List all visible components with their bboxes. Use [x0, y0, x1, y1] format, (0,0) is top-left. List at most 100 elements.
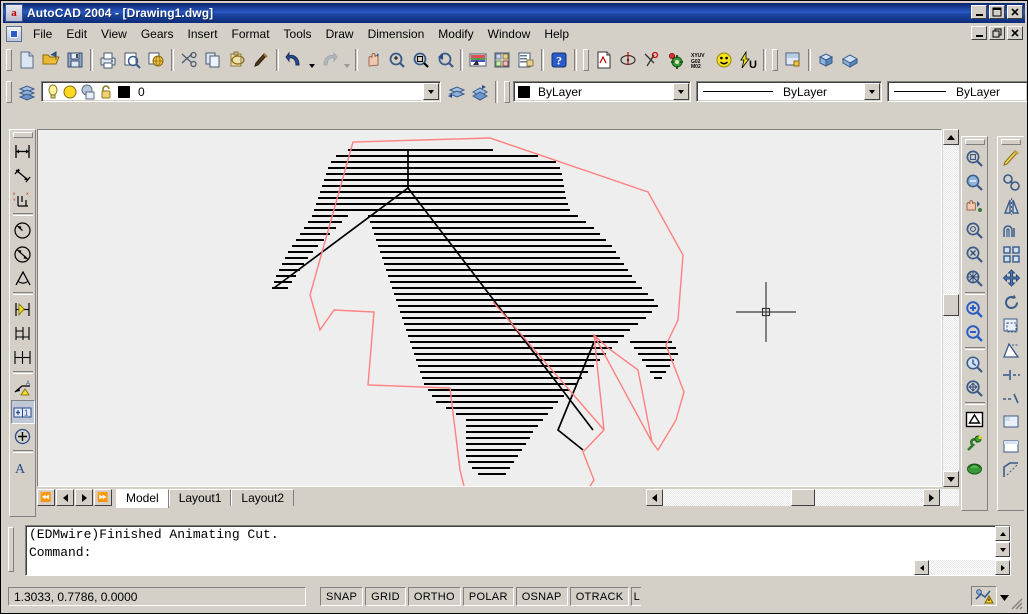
tolerance-icon[interactable]: 1: [10, 400, 35, 424]
angular-dimension-icon[interactable]: [11, 266, 35, 290]
vscroll-thumb[interactable]: [943, 294, 959, 316]
toolbar-grip[interactable]: [6, 80, 12, 103]
plot-preview-icon[interactable]: [120, 49, 144, 72]
status-toggle-grid[interactable]: GRID: [365, 587, 406, 606]
3d-views-sw-icon[interactable]: [814, 49, 838, 72]
aligned-dimension-icon[interactable]: [11, 163, 35, 187]
trim-icon[interactable]: [999, 362, 1023, 386]
erase-icon[interactable]: [999, 146, 1023, 170]
redo-dropdown-caret[interactable]: [341, 49, 352, 72]
edm-leadin-icon[interactable]: [640, 49, 664, 72]
continue-dimension-icon[interactable]: [11, 345, 35, 369]
menu-dimension[interactable]: Dimension: [361, 25, 432, 43]
lightbulb-on-icon[interactable]: [46, 84, 60, 100]
next-tab-icon[interactable]: [75, 489, 93, 506]
unlock-icon[interactable]: [98, 84, 114, 100]
menu-edit[interactable]: Edit: [59, 25, 94, 43]
mirror-icon[interactable]: [999, 194, 1023, 218]
maximize-button[interactable]: [989, 5, 1005, 19]
paste-icon[interactable]: [225, 49, 249, 72]
child-restore-button[interactable]: [989, 26, 1005, 40]
zoom-object-icon[interactable]: [963, 242, 987, 266]
toolbar-grip[interactable]: [583, 49, 589, 71]
chamfer-icon[interactable]: [999, 458, 1023, 482]
layer-combo[interactable]: 0: [41, 81, 441, 102]
undo-icon[interactable]: [282, 49, 306, 72]
toolbar-grip[interactable]: [12, 132, 33, 138]
copy-object-icon[interactable]: [999, 170, 1023, 194]
ordinate-dimension-icon[interactable]: 0 X Y: [11, 187, 35, 211]
quick-leader-icon[interactable]: A: [11, 376, 35, 400]
ucs-icon[interactable]: [963, 407, 987, 431]
radius-dimension-icon[interactable]: [11, 218, 35, 242]
zoom-out-icon[interactable]: [963, 321, 987, 345]
resize-grip[interactable]: [1009, 596, 1023, 610]
named-views-icon[interactable]: [781, 49, 805, 72]
coordinate-display[interactable]: 1.3033, 0.7786, 0.0000: [8, 587, 306, 606]
status-toggle-ortho[interactable]: ORTHO: [407, 587, 461, 606]
menu-tools[interactable]: Tools: [277, 25, 319, 43]
prev-tab-icon[interactable]: [56, 489, 74, 506]
tab-layout1[interactable]: Layout1: [168, 489, 232, 506]
layer-previous-icon[interactable]: [444, 80, 468, 103]
publish-icon[interactable]: [144, 49, 168, 72]
shade-icon[interactable]: [963, 455, 987, 479]
open-icon[interactable]: [39, 49, 63, 72]
status-toggle-otrack[interactable]: OTRACK: [569, 587, 630, 606]
break-icon[interactable]: [999, 434, 1023, 458]
zoom-scale-icon[interactable]: [963, 194, 987, 218]
minimize-button[interactable]: [971, 5, 987, 19]
menu-modify[interactable]: Modify: [431, 25, 480, 43]
first-tab-icon[interactable]: ⏪: [37, 489, 55, 506]
toolbar-grip[interactable]: [1001, 139, 1021, 145]
menu-view[interactable]: View: [94, 25, 134, 43]
close-button[interactable]: [1007, 5, 1023, 19]
tab-model[interactable]: Model: [116, 489, 169, 508]
zoom-window-icon[interactable]: [963, 146, 987, 170]
menu-insert[interactable]: Insert: [181, 25, 225, 43]
tool-palettes-icon[interactable]: [514, 49, 538, 72]
hscroll-thumb[interactable]: [791, 489, 815, 506]
toolbar-grip[interactable]: [504, 80, 510, 103]
scale-icon[interactable]: [999, 314, 1023, 338]
linetype-dropdown-button[interactable]: [864, 83, 880, 100]
hscroll-right-button[interactable]: [923, 489, 940, 506]
menu-help[interactable]: Help: [537, 25, 576, 43]
baseline-dimension-icon[interactable]: [11, 321, 35, 345]
freeze-vp-icon[interactable]: [80, 84, 96, 100]
status-toggle-polar[interactable]: POLAR: [462, 587, 514, 606]
layer-dropdown-button[interactable]: [423, 83, 439, 100]
extend-icon[interactable]: [999, 386, 1023, 410]
drawing-document-icon[interactable]: [6, 26, 22, 42]
zoom-extents-icon[interactable]: [963, 376, 987, 400]
edm-newjob-icon[interactable]: [592, 49, 616, 72]
array-icon[interactable]: [999, 242, 1023, 266]
cmd-vscroll-up-button[interactable]: [995, 526, 1010, 541]
quick-dimension-icon[interactable]: [11, 297, 35, 321]
last-tab-icon[interactable]: ⏩: [94, 489, 112, 506]
zoom-center-icon[interactable]: [963, 218, 987, 242]
render-icon[interactable]: [963, 431, 987, 455]
break-at-point-icon[interactable]: [999, 410, 1023, 434]
tab-layout2[interactable]: Layout2: [231, 489, 295, 506]
layer-properties-manager-icon[interactable]: [15, 80, 39, 103]
cmd-vscroll-down-button[interactable]: [995, 542, 1010, 557]
menu-window[interactable]: Window: [481, 25, 538, 43]
save-icon[interactable]: [63, 49, 87, 72]
edm-flash-u-icon[interactable]: U: [736, 49, 760, 72]
color-dropdown-button[interactable]: [673, 83, 689, 100]
drawing-canvas[interactable]: [37, 129, 942, 487]
toolbar-grip[interactable]: [6, 49, 12, 71]
cut-icon[interactable]: [177, 49, 201, 72]
undo-dropdown-caret[interactable]: [306, 49, 317, 72]
command-text-area[interactable]: (EDMwire)Finished Animating Cut. Command…: [25, 525, 1011, 576]
designcenter-icon[interactable]: [490, 49, 514, 72]
cmd-hscroll-left-button[interactable]: [914, 560, 929, 575]
status-toggle-snap[interactable]: SNAP: [320, 587, 364, 606]
menu-gears[interactable]: Gears: [134, 25, 181, 43]
canvas-vertical-scrollbar[interactable]: [943, 129, 959, 487]
edm-xyuv-icon[interactable]: XYUV G02 M02: [688, 49, 712, 72]
rotate-icon[interactable]: [999, 290, 1023, 314]
command-window-grip[interactable]: [8, 527, 14, 572]
new-icon[interactable]: [15, 49, 39, 72]
